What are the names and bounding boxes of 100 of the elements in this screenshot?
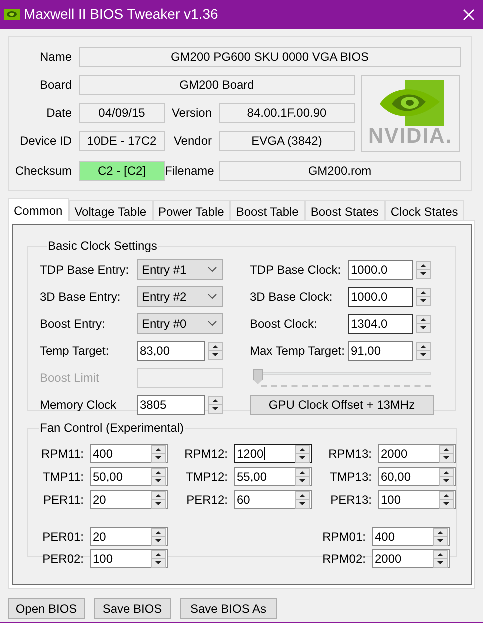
chevron-down-icon xyxy=(208,321,217,326)
tab[interactable]: Clock States xyxy=(384,200,464,220)
number-field[interactable]: 400 xyxy=(90,444,168,463)
field-label: Name xyxy=(38,49,73,66)
spin-buttons[interactable] xyxy=(295,444,310,462)
logo-text: NVIDIA. xyxy=(368,126,452,148)
read-only-field: C2 - [C2] xyxy=(79,161,165,181)
spin-buttons[interactable] xyxy=(295,490,310,508)
dropdown[interactable]: Entry #1 xyxy=(137,259,223,280)
window-title: Maxwell II BIOS Tweaker v1.36 xyxy=(24,5,218,24)
number-field[interactable]: 1304.0 xyxy=(348,314,413,334)
number-field[interactable]: 60 xyxy=(234,490,312,509)
eye-logo-icon xyxy=(4,9,20,20)
field-label: Vendor xyxy=(172,133,213,150)
spin-buttons[interactable] xyxy=(439,490,454,508)
tab[interactable]: Voltage Table xyxy=(68,200,153,220)
spin-buttons[interactable] xyxy=(151,550,166,568)
action-button[interactable]: Open BIOS xyxy=(8,598,85,619)
spin-buttons[interactable] xyxy=(208,396,223,414)
spin-buttons[interactable] xyxy=(295,468,310,486)
read-only-field: GM200.rom xyxy=(219,161,461,181)
dropdown[interactable]: Entry #0 xyxy=(137,313,223,334)
chevron-down-icon xyxy=(208,294,217,299)
field-label: TMP12: xyxy=(184,468,229,486)
field-label: Checksum xyxy=(14,163,73,180)
field-label: PER12: xyxy=(186,492,229,508)
tab[interactable]: Boost Table xyxy=(230,200,305,220)
number-field[interactable]: 2000 xyxy=(372,549,450,568)
number-field[interactable]: 20 xyxy=(90,490,168,509)
number-field[interactable]: 20 xyxy=(90,527,168,546)
field-label: RPM01: xyxy=(322,528,367,546)
spin-buttons[interactable] xyxy=(416,288,431,306)
field-label: RPM11: xyxy=(40,446,85,462)
spin-buttons[interactable] xyxy=(433,550,448,568)
slider-thumb[interactable] xyxy=(253,368,263,384)
slider[interactable] xyxy=(253,368,431,386)
field-label: TMP13: xyxy=(328,468,373,486)
number-field[interactable]: 1000.0 xyxy=(348,260,413,280)
number-field[interactable]: 83,00 xyxy=(137,340,205,360)
close-icon[interactable] xyxy=(463,8,475,20)
field-label: PER02: xyxy=(42,550,85,568)
dropdown[interactable]: Entry #2 xyxy=(137,286,223,307)
field-label: TDP Base Entry: xyxy=(40,262,130,278)
number-field[interactable]: 55,00 xyxy=(234,467,312,486)
field-label: PER11: xyxy=(42,492,85,508)
spin-buttons[interactable] xyxy=(151,468,166,486)
spin-buttons[interactable] xyxy=(416,314,431,332)
number-field[interactable]: 1200 xyxy=(234,444,312,463)
number-field[interactable]: 100 xyxy=(378,490,456,509)
chevron-down-icon xyxy=(208,267,217,272)
number-field[interactable]: 400 xyxy=(372,527,450,546)
tab[interactable]: Boost States xyxy=(304,200,385,220)
read-only-field: 84.00.1F.00.90 xyxy=(219,103,355,123)
tab[interactable]: Power Table xyxy=(152,200,230,220)
spin-buttons[interactable] xyxy=(433,528,448,546)
number-field[interactable]: 3805 xyxy=(137,394,205,414)
read-only-field: 10DE - 17C2 xyxy=(79,131,165,151)
tab[interactable]: Common xyxy=(8,198,69,221)
spin-buttons[interactable] xyxy=(416,260,431,278)
spin-buttons[interactable] xyxy=(208,342,223,360)
spin-buttons[interactable] xyxy=(416,342,431,360)
field-label: Filename xyxy=(165,163,216,180)
field-label: 3D Base Clock: xyxy=(250,288,334,306)
field-label: PER13: xyxy=(330,492,373,508)
field-label: TDP Base Clock: xyxy=(250,262,342,278)
field-label: Boost Limit xyxy=(40,370,100,386)
field-label: Date xyxy=(46,105,73,122)
field-label: Device ID xyxy=(18,133,73,150)
field-label: TMP11: xyxy=(42,468,85,486)
number-field[interactable]: 2000 xyxy=(378,444,456,463)
spin-buttons[interactable] xyxy=(151,490,166,508)
group-title: Fan Control (Experimental) xyxy=(39,420,186,437)
group-title: Basic Clock Settings xyxy=(47,238,158,255)
field-label: RPM02: xyxy=(322,550,367,568)
read-only-field: EVGA (3842) xyxy=(219,131,355,151)
eye-logo-icon xyxy=(378,80,444,126)
spin-buttons[interactable] xyxy=(439,444,454,462)
number-field[interactable]: 50,00 xyxy=(90,467,168,486)
action-button[interactable]: Save BIOS As xyxy=(180,598,277,619)
offset-button[interactable]: GPU Clock Offset + 13MHz xyxy=(250,394,434,414)
read-only-field: GM200 PG600 SKU 0000 VGA BIOS xyxy=(79,47,461,67)
field-label: Memory Clock xyxy=(40,396,118,414)
action-button[interactable]: Save BIOS xyxy=(94,598,171,619)
field-label: Max Temp Target: xyxy=(250,342,346,360)
spin-buttons[interactable] xyxy=(151,444,166,462)
field-label: PER01: xyxy=(42,528,85,546)
number-field[interactable]: 100 xyxy=(90,549,168,568)
read-only-field: GM200 Board xyxy=(79,75,355,95)
number-field[interactable]: 60,00 xyxy=(378,467,456,486)
spin-buttons[interactable] xyxy=(439,468,454,486)
field-label: RPM12: xyxy=(184,446,229,462)
text-field[interactable] xyxy=(137,368,223,388)
spin-buttons[interactable] xyxy=(151,528,166,546)
field-label: RPM13: xyxy=(328,446,373,462)
field-label: 3D Base Entry: xyxy=(40,288,122,306)
read-only-field: 04/09/15 xyxy=(79,103,165,123)
field-label: Board xyxy=(38,77,73,94)
number-field[interactable]: 1000.0 xyxy=(348,286,413,306)
field-label: Boost Clock: xyxy=(250,316,318,332)
number-field[interactable]: 91,00 xyxy=(348,340,413,360)
